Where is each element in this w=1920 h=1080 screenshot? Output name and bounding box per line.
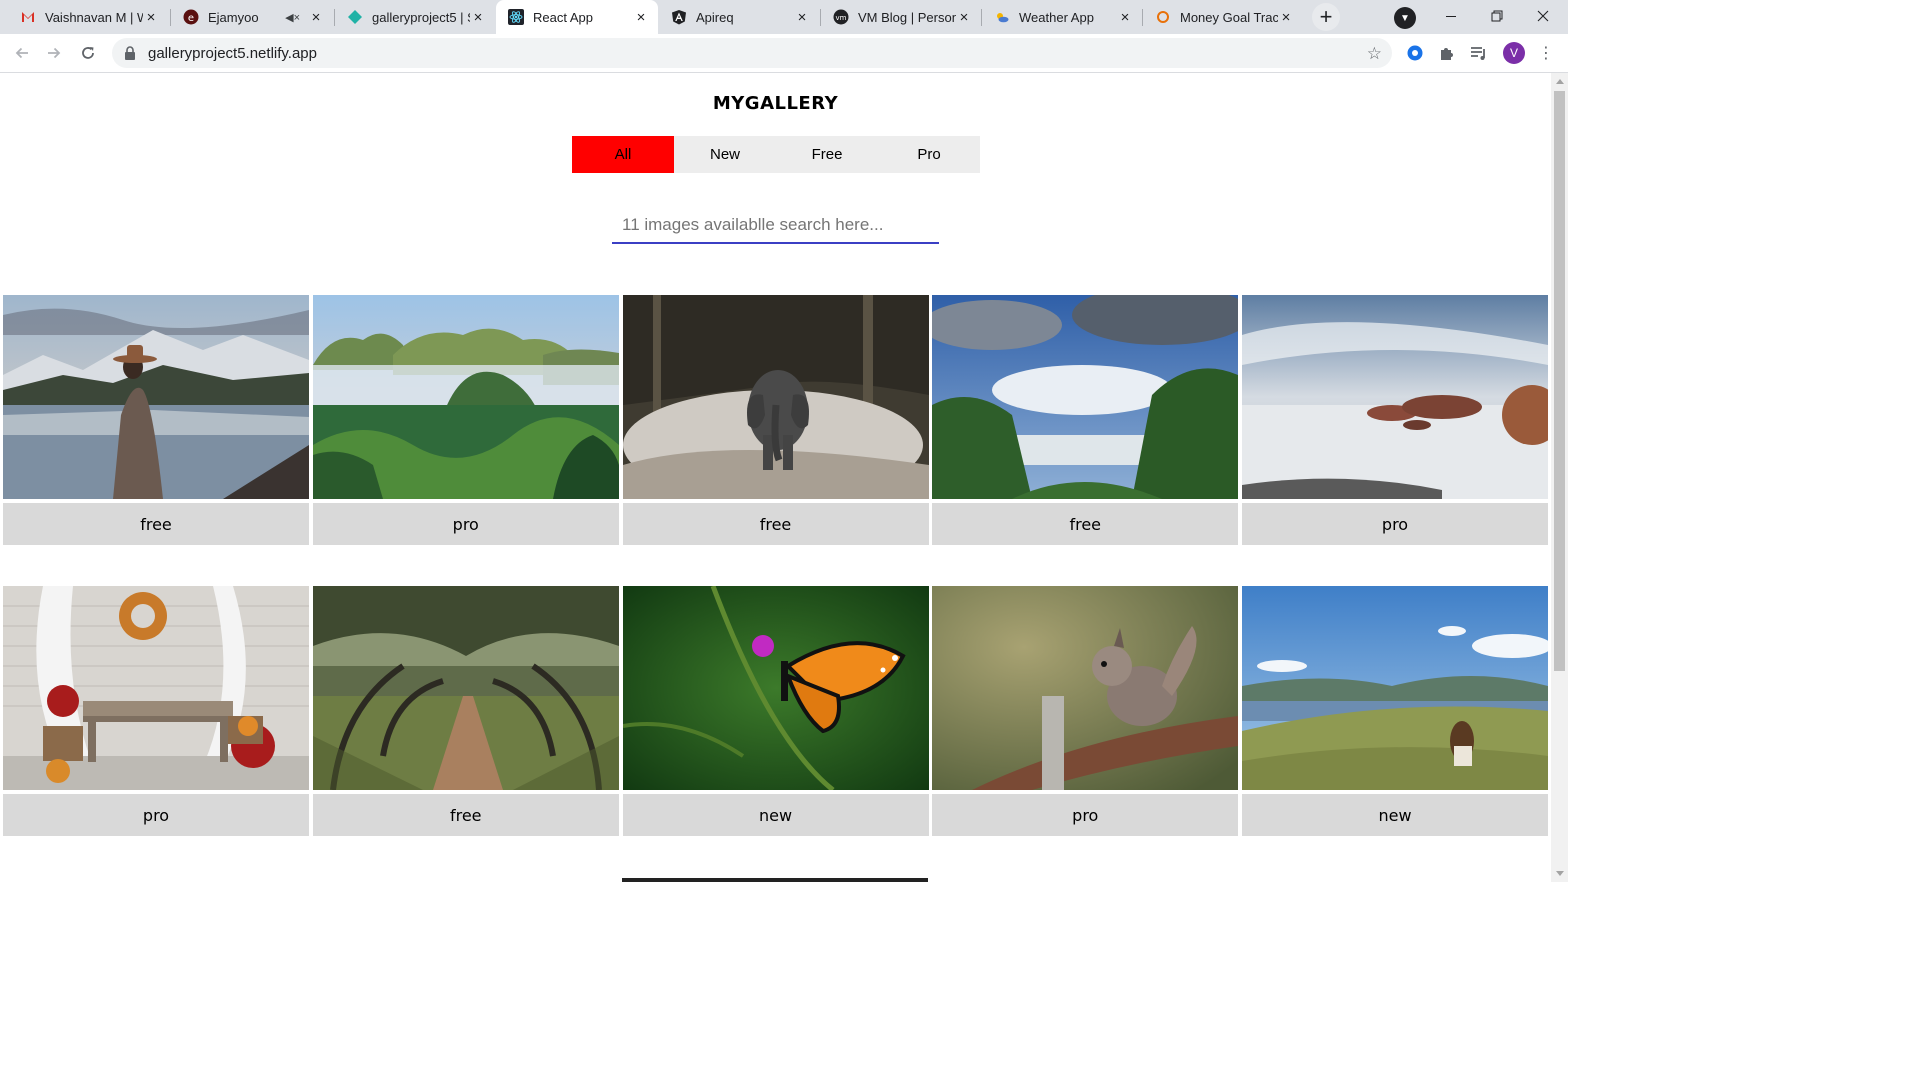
image-tag: pro bbox=[312, 503, 619, 545]
new-tab-button[interactable]: + bbox=[1312, 3, 1340, 31]
extension-globe-icon[interactable] bbox=[1405, 43, 1425, 63]
image-tag: free bbox=[932, 503, 1239, 545]
green-valley-mountains-image[interactable] bbox=[312, 295, 619, 499]
gallery-card[interactable]: new bbox=[622, 586, 929, 836]
gallery-card[interactable]: pro bbox=[932, 586, 1239, 836]
image-tag: pro bbox=[932, 794, 1239, 836]
filter-tabs: All New Free Pro bbox=[572, 136, 980, 173]
close-icon[interactable]: × bbox=[633, 9, 649, 26]
media-queue-icon[interactable] bbox=[1469, 43, 1489, 63]
image-tag: new bbox=[622, 794, 929, 836]
tab-ejamyoo[interactable]: e Ejamyoo ◀× × bbox=[171, 0, 333, 34]
rocky-beach-image[interactable] bbox=[1242, 295, 1548, 499]
tab-search-icon[interactable]: ▼ bbox=[1394, 7, 1416, 29]
react-icon bbox=[508, 9, 524, 25]
close-icon[interactable]: × bbox=[143, 9, 159, 26]
gallery-card[interactable]: new bbox=[1242, 586, 1548, 836]
forward-icon[interactable] bbox=[40, 39, 68, 67]
image-gallery: free pro free free pro pro free new pro … bbox=[3, 295, 1548, 836]
filter-pro-button[interactable]: Pro bbox=[878, 136, 980, 173]
gallery-card[interactable]: free bbox=[3, 295, 309, 545]
image-tag: free bbox=[3, 503, 309, 545]
profile-avatar[interactable]: V bbox=[1503, 42, 1525, 64]
close-window-icon[interactable] bbox=[1520, 0, 1566, 32]
image-tag: free bbox=[622, 503, 929, 545]
tab-react-app[interactable]: React App × bbox=[496, 0, 658, 34]
tab-vaishnavan[interactable]: Vaishnavan M | W × bbox=[8, 0, 168, 34]
tab-title: Vaishnavan M | W bbox=[45, 9, 143, 25]
woman-at-mountain-lake-image[interactable] bbox=[3, 295, 309, 499]
waterfall-jungle-sky-image[interactable] bbox=[932, 295, 1239, 499]
monarch-butterfly-image[interactable] bbox=[622, 586, 929, 790]
svg-text:e: e bbox=[188, 13, 194, 24]
gallery-card[interactable]: pro bbox=[1242, 295, 1548, 545]
ejamyoo-icon: e bbox=[183, 9, 199, 25]
svg-text:vm: vm bbox=[836, 14, 847, 22]
browser-toolbar: galleryproject5.netlify.app ☆ V ⋮ bbox=[0, 34, 1568, 73]
filter-all-button[interactable]: All bbox=[572, 136, 674, 173]
image-tag: free bbox=[312, 794, 619, 836]
gallery-card[interactable]: free bbox=[622, 295, 929, 545]
tab-galleryproject5[interactable]: galleryproject5 | S × bbox=[335, 0, 495, 34]
filter-free-button[interactable]: Free bbox=[776, 136, 878, 173]
image-tag: pro bbox=[1242, 503, 1548, 545]
image-tag: new bbox=[1242, 794, 1548, 836]
tab-title: galleryproject5 | S bbox=[372, 9, 470, 25]
vm-icon: vm bbox=[833, 9, 849, 25]
filter-new-button[interactable]: New bbox=[674, 136, 776, 173]
page-title: MYGALLERY bbox=[712, 93, 839, 114]
netlify-icon bbox=[347, 9, 363, 25]
menu-kebab-icon[interactable]: ⋮ bbox=[1536, 43, 1556, 63]
close-icon[interactable]: × bbox=[794, 9, 810, 26]
minimize-icon[interactable] bbox=[1428, 0, 1474, 32]
close-icon[interactable]: × bbox=[470, 9, 486, 26]
close-icon[interactable]: × bbox=[956, 9, 972, 26]
extensions-puzzle-icon[interactable] bbox=[1437, 43, 1457, 63]
close-icon[interactable]: × bbox=[308, 9, 324, 26]
tab-money-goal[interactable]: Money Goal Track × bbox=[1143, 0, 1303, 34]
page-viewport: MYGALLERY All New Free Pro 11 images ava… bbox=[0, 73, 1551, 882]
oak-tree-alley-image[interactable] bbox=[312, 586, 619, 790]
tab-title: Weather App bbox=[1019, 9, 1094, 25]
red-squirrel-image[interactable] bbox=[932, 586, 1239, 790]
gallery-card[interactable]: free bbox=[932, 295, 1239, 545]
girl-on-hill-lake-image[interactable] bbox=[1242, 586, 1548, 790]
reload-icon[interactable] bbox=[74, 39, 102, 67]
gallery-card[interactable]: free bbox=[312, 586, 619, 836]
tab-vm-blog[interactable]: vm VM Blog | Persona × bbox=[821, 0, 981, 34]
tab-apireq[interactable]: Apireq × bbox=[659, 0, 819, 34]
gallery-card[interactable]: pro bbox=[3, 586, 309, 836]
tab-title: VM Blog | Persona bbox=[858, 9, 956, 25]
speaker-mute-icon[interactable]: ◀× bbox=[285, 11, 300, 24]
search-input[interactable] bbox=[612, 207, 939, 244]
gmail-m-icon bbox=[20, 9, 36, 25]
url-text: galleryproject5.netlify.app bbox=[148, 44, 317, 62]
tab-title: Money Goal Track bbox=[1180, 9, 1278, 25]
tab-title: Apireq bbox=[696, 9, 734, 25]
next-row-image-edge bbox=[622, 878, 928, 882]
gallery-card[interactable]: pro bbox=[312, 295, 619, 545]
lock-icon[interactable] bbox=[124, 46, 136, 60]
close-icon[interactable]: × bbox=[1117, 9, 1133, 26]
tab-title: Ejamyoo bbox=[208, 9, 259, 25]
tab-title: React App bbox=[533, 9, 593, 25]
scroll-down-icon[interactable] bbox=[1556, 871, 1564, 876]
page-scrollbar[interactable] bbox=[1551, 73, 1568, 882]
weather-icon bbox=[994, 9, 1010, 25]
close-icon[interactable]: × bbox=[1278, 9, 1294, 26]
angular-icon bbox=[671, 9, 687, 25]
porch-bench-autumn-image[interactable] bbox=[3, 586, 309, 790]
scroll-up-icon[interactable] bbox=[1556, 79, 1564, 84]
address-bar[interactable]: galleryproject5.netlify.app ☆ bbox=[112, 38, 1392, 68]
scrollbar-thumb[interactable] bbox=[1554, 91, 1565, 671]
money-icon bbox=[1155, 9, 1171, 25]
back-icon[interactable] bbox=[8, 39, 36, 67]
restore-icon[interactable] bbox=[1474, 0, 1520, 32]
elephant-on-path-image[interactable] bbox=[622, 295, 929, 499]
tab-strip: Vaishnavan M | W × e Ejamyoo ◀× × galler… bbox=[0, 0, 1568, 34]
image-tag: pro bbox=[3, 794, 309, 836]
tab-weather-app[interactable]: Weather App × bbox=[982, 0, 1142, 34]
bookmark-star-icon[interactable]: ☆ bbox=[1367, 44, 1382, 64]
